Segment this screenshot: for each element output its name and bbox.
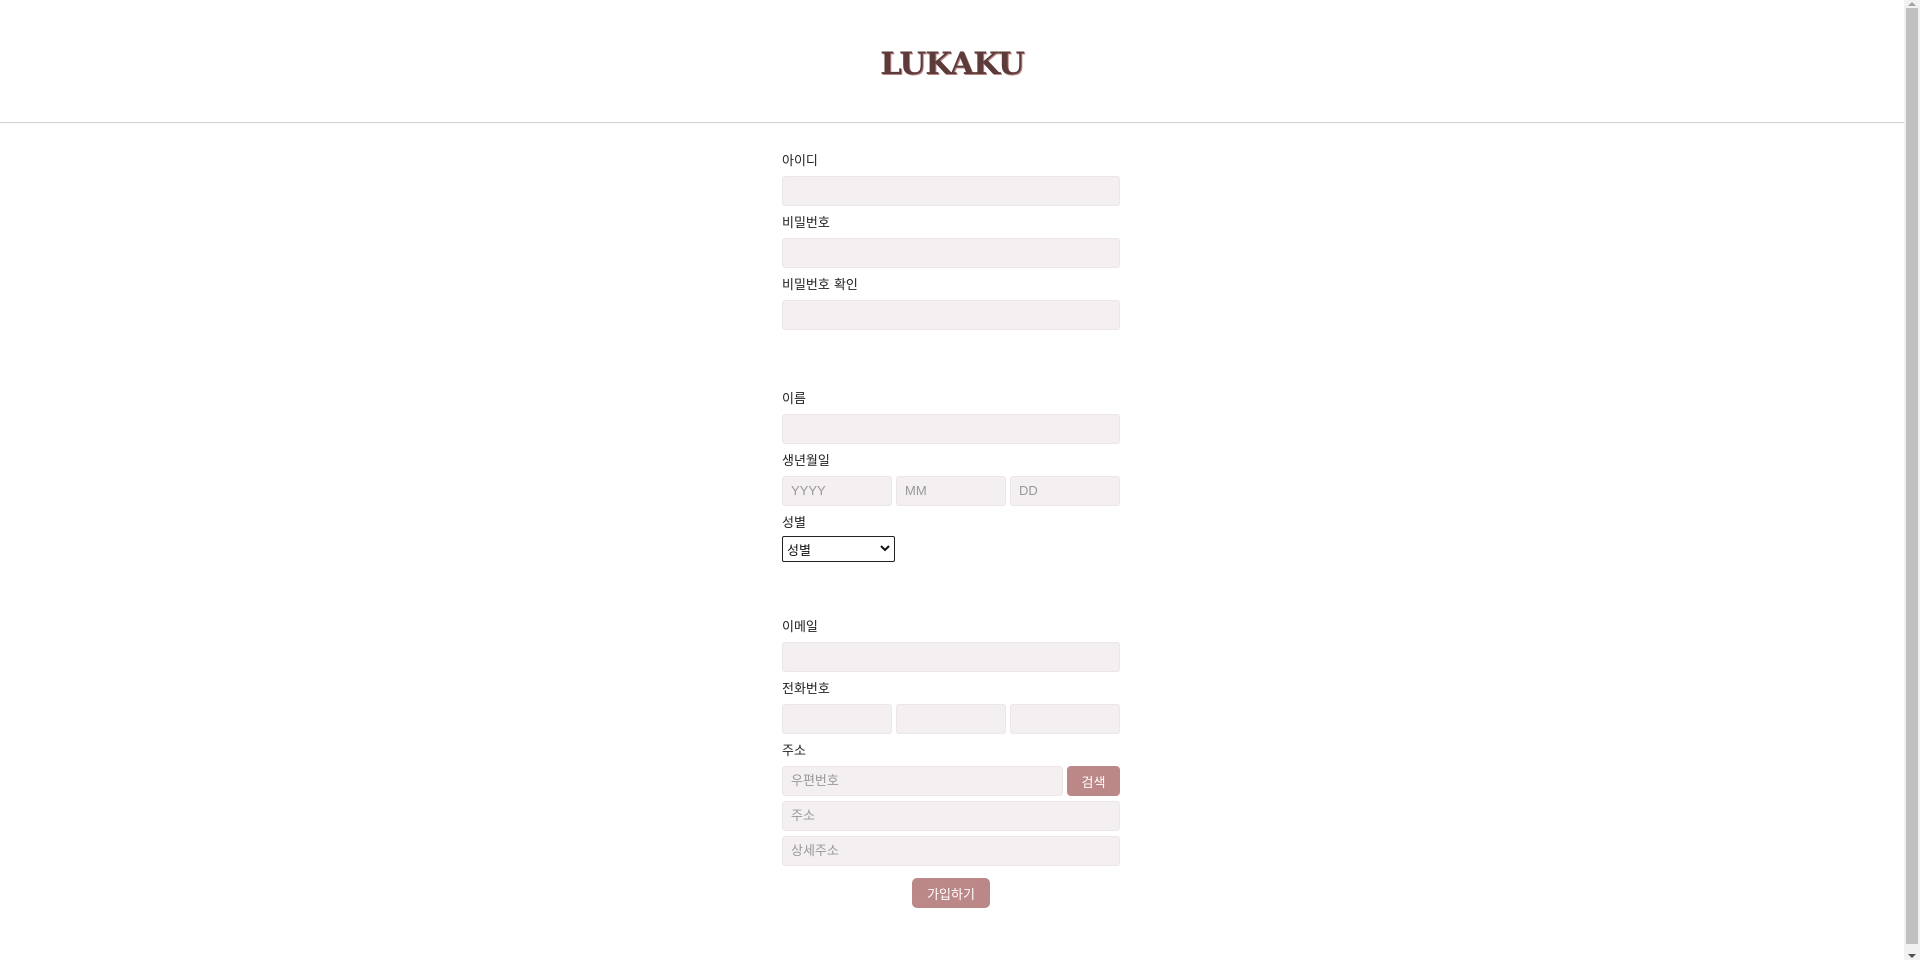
header: LUKAKU xyxy=(0,0,1904,123)
scroll-up-icon[interactable] xyxy=(1908,2,1916,6)
email-label: 이메일 xyxy=(782,620,818,635)
name-label: 이름 xyxy=(782,392,806,407)
birth-year-input[interactable]: YYYY xyxy=(782,476,892,506)
email-input[interactable] xyxy=(782,642,1120,672)
password-confirm-input[interactable] xyxy=(782,300,1120,330)
address-input[interactable]: 주소 xyxy=(782,801,1120,831)
gender-label: 성별 xyxy=(782,516,806,531)
search-button[interactable]: 검색 xyxy=(1067,766,1120,796)
password-input[interactable] xyxy=(782,238,1120,268)
phone-row xyxy=(782,704,1120,734)
signup-button[interactable]: 가입하기 xyxy=(912,878,990,908)
gender-select-value: 성별 xyxy=(787,542,811,558)
address-label: 주소 xyxy=(782,744,806,759)
logo[interactable]: LUKAKU xyxy=(0,46,1904,82)
birth-month-input[interactable]: MM xyxy=(896,476,1006,506)
password-confirm-label: 비밀번호 확인 xyxy=(782,278,858,293)
scroll-down-icon[interactable] xyxy=(1908,954,1916,958)
birth-day-input[interactable]: DD xyxy=(1010,476,1120,506)
name-input[interactable] xyxy=(782,414,1120,444)
scroll-thumb[interactable] xyxy=(1906,8,1918,944)
chevron-down-icon xyxy=(880,543,890,555)
phone-part3-input[interactable] xyxy=(1010,704,1120,734)
zip-row: 우편번호 검색 xyxy=(782,766,1120,796)
detail-address-input[interactable]: 상세주소 xyxy=(782,836,1120,866)
phone-part2-input[interactable] xyxy=(896,704,1006,734)
id-input[interactable] xyxy=(782,176,1120,206)
password-label: 비밀번호 xyxy=(782,216,830,231)
phone-part1-input[interactable] xyxy=(782,704,892,734)
scrollbar[interactable] xyxy=(1904,0,1920,960)
zip-input[interactable]: 우편번호 xyxy=(782,766,1063,796)
signup-page: LUKAKU 아이디 비밀번호 비밀번호 확인 이름 생년월일 YYYY MM … xyxy=(0,0,1904,960)
phone-label: 전화번호 xyxy=(782,682,830,697)
gender-select[interactable]: 성별 xyxy=(782,536,895,562)
birth-label: 생년월일 xyxy=(782,454,830,469)
signup-form: 아이디 비밀번호 비밀번호 확인 이름 생년월일 YYYY MM DD 성별 성… xyxy=(782,154,1120,876)
id-label: 아이디 xyxy=(782,154,818,169)
birth-row: YYYY MM DD xyxy=(782,476,1120,506)
